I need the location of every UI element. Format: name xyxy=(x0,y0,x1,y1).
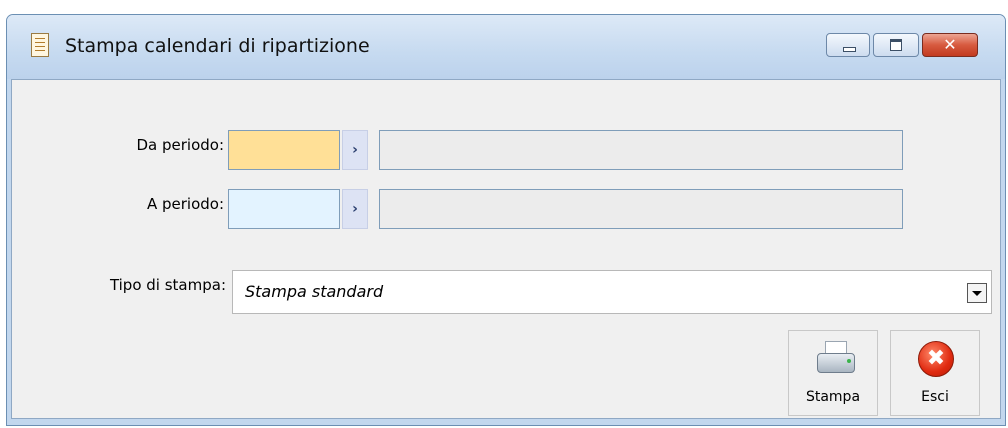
print-button-label: Stampa xyxy=(805,389,861,405)
from-period-input[interactable] xyxy=(228,130,340,170)
to-period-zoom-icon[interactable]: › xyxy=(342,189,368,229)
print-type-value: Stampa standard xyxy=(245,282,384,301)
window-title: Stampa calendari di ripartizione xyxy=(65,35,370,57)
print-type-select[interactable]: Stampa standard xyxy=(232,270,992,314)
close-icon: ✕ xyxy=(943,35,957,54)
form-panel: Da periodo: › A periodo: › Tipo di stamp… xyxy=(11,79,1001,419)
print-button[interactable]: Stampa xyxy=(788,330,878,416)
printer-icon xyxy=(815,341,857,379)
exit-button-label: Esci xyxy=(921,389,949,405)
close-button[interactable]: ✕ xyxy=(922,33,978,57)
to-period-input[interactable] xyxy=(228,189,340,229)
maximize-button[interactable] xyxy=(873,33,919,57)
from-period-zoom-icon[interactable]: › xyxy=(342,130,368,170)
from-period-label: Da periodo: xyxy=(136,136,224,154)
chevron-down-icon[interactable] xyxy=(967,283,987,303)
to-period-description xyxy=(379,189,903,229)
title-bar[interactable]: Stampa calendari di ripartizione ✕ xyxy=(7,15,1005,79)
exit-button[interactable]: ✖ Esci xyxy=(890,330,980,416)
print-type-label: Tipo di stampa: xyxy=(109,276,226,294)
minimize-button[interactable] xyxy=(826,33,870,57)
exit-icon: ✖ xyxy=(918,341,954,377)
dialog-window: Stampa calendari di ripartizione ✕ Da pe… xyxy=(6,14,1006,426)
to-period-label: A periodo: xyxy=(146,195,224,213)
document-icon xyxy=(31,33,49,57)
from-period-description xyxy=(379,130,903,170)
